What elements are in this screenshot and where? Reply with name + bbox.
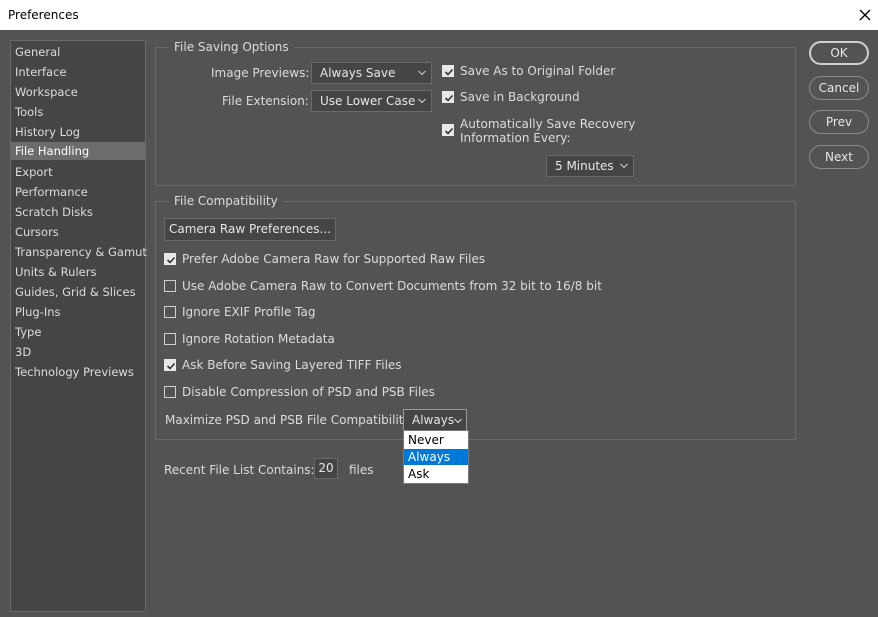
check-icon <box>166 362 176 370</box>
file-extension-dropdown[interactable]: Use Lower Case <box>311 90 432 112</box>
close-icon[interactable] <box>853 3 877 27</box>
next-button[interactable]: Next <box>809 145 869 169</box>
sidebar-item-export[interactable]: Export <box>11 163 145 181</box>
sidebar-item-scratch-disks[interactable]: Scratch Disks <box>11 203 145 221</box>
sidebar-item-cursors[interactable]: Cursors <box>11 223 145 241</box>
maximize-compatibility-value: Always <box>412 413 455 427</box>
sidebar-item-type[interactable]: Type <box>11 323 145 341</box>
sidebar-item-interface[interactable]: Interface <box>11 63 145 81</box>
option-ask[interactable]: Ask <box>404 466 468 482</box>
save-in-background-label: Save in Background <box>460 90 580 104</box>
sidebar-item-3d[interactable]: 3D <box>11 343 145 361</box>
file-saving-options-title: File Saving Options <box>169 40 294 54</box>
chevron-down-icon <box>454 418 462 424</box>
auto-save-recovery-label-line1: Automatically Save Recovery <box>460 117 636 131</box>
chevron-down-icon <box>620 163 628 169</box>
ignore-exif-checkbox[interactable] <box>164 306 176 318</box>
check-icon <box>444 94 454 102</box>
prev-button[interactable]: Prev <box>809 110 869 134</box>
sidebar-item-performance[interactable]: Performance <box>11 183 145 201</box>
file-compatibility-title: File Compatibility <box>169 194 283 208</box>
check-icon <box>166 256 176 264</box>
sidebar-item-units-rulers[interactable]: Units & Rulers <box>11 263 145 281</box>
save-as-original-folder-label: Save As to Original Folder <box>460 64 616 78</box>
file-extension-label: File Extension: <box>222 94 309 108</box>
save-in-background-checkbox[interactable] <box>442 91 454 103</box>
ask-before-tiff-label: Ask Before Saving Layered TIFF Files <box>182 358 402 372</box>
disable-compression-checkbox[interactable] <box>164 386 176 398</box>
category-list: General Interface Workspace Tools Histor… <box>10 40 147 612</box>
camera-raw-preferences-button[interactable]: Camera Raw Preferences... <box>164 218 336 241</box>
image-previews-dropdown[interactable]: Always Save <box>311 62 432 84</box>
ask-before-tiff-checkbox[interactable] <box>164 359 176 371</box>
save-as-original-folder-checkbox[interactable] <box>442 65 454 77</box>
recovery-interval-dropdown[interactable]: 5 Minutes <box>546 155 634 177</box>
recovery-interval-value: 5 Minutes <box>555 159 614 173</box>
title-bar: Preferences <box>0 0 878 30</box>
sidebar-item-general[interactable]: General <box>11 43 145 61</box>
maximize-compatibility-options: Never Always Ask <box>403 430 469 484</box>
check-icon <box>444 68 454 76</box>
cancel-button[interactable]: Cancel <box>809 76 869 100</box>
auto-save-recovery-label-line2: Information Every: <box>460 131 571 145</box>
sidebar-item-workspace[interactable]: Workspace <box>11 83 145 101</box>
recent-files-count-input[interactable]: 20 <box>314 458 338 479</box>
sidebar-item-file-handling[interactable]: File Handling <box>11 142 145 160</box>
maximize-compatibility-dropdown[interactable]: Always <box>403 409 467 431</box>
camera-raw-32bit-label: Use Adobe Camera Raw to Convert Document… <box>182 279 602 293</box>
recent-files-label: Recent File List Contains: <box>164 463 315 477</box>
chevron-down-icon <box>418 98 426 104</box>
sidebar-item-history-log[interactable]: History Log <box>11 123 145 141</box>
option-always[interactable]: Always <box>404 449 468 465</box>
prefer-camera-raw-checkbox[interactable] <box>164 253 176 265</box>
sidebar-item-tools[interactable]: Tools <box>11 103 145 121</box>
option-never[interactable]: Never <box>404 432 468 448</box>
camera-raw-32bit-checkbox[interactable] <box>164 280 176 292</box>
sidebar-item-plug-ins[interactable]: Plug-Ins <box>11 303 145 321</box>
sidebar-item-guides-grid-slices[interactable]: Guides, Grid & Slices <box>11 283 145 301</box>
prefer-camera-raw-label: Prefer Adobe Camera Raw for Supported Ra… <box>182 252 486 266</box>
disable-compression-label: Disable Compression of PSD and PSB Files <box>182 385 435 399</box>
auto-save-recovery-checkbox[interactable] <box>442 124 454 136</box>
chevron-down-icon <box>418 70 426 76</box>
recent-files-suffix: files <box>349 463 374 477</box>
file-extension-value: Use Lower Case <box>320 94 416 108</box>
sidebar-item-transparency-gamut[interactable]: Transparency & Gamut <box>11 243 147 261</box>
image-previews-value: Always Save <box>320 66 396 80</box>
image-previews-label: Image Previews: <box>211 66 310 80</box>
window-title: Preferences <box>8 8 79 22</box>
maximize-compatibility-label: Maximize PSD and PSB File Compatibility: <box>165 413 414 427</box>
ignore-rotation-checkbox[interactable] <box>164 333 176 345</box>
ok-button[interactable]: OK <box>809 41 869 65</box>
sidebar-item-technology-previews[interactable]: Technology Previews <box>11 363 145 381</box>
ignore-exif-label: Ignore EXIF Profile Tag <box>182 305 316 319</box>
ignore-rotation-label: Ignore Rotation Metadata <box>182 332 335 346</box>
check-icon <box>444 127 454 135</box>
